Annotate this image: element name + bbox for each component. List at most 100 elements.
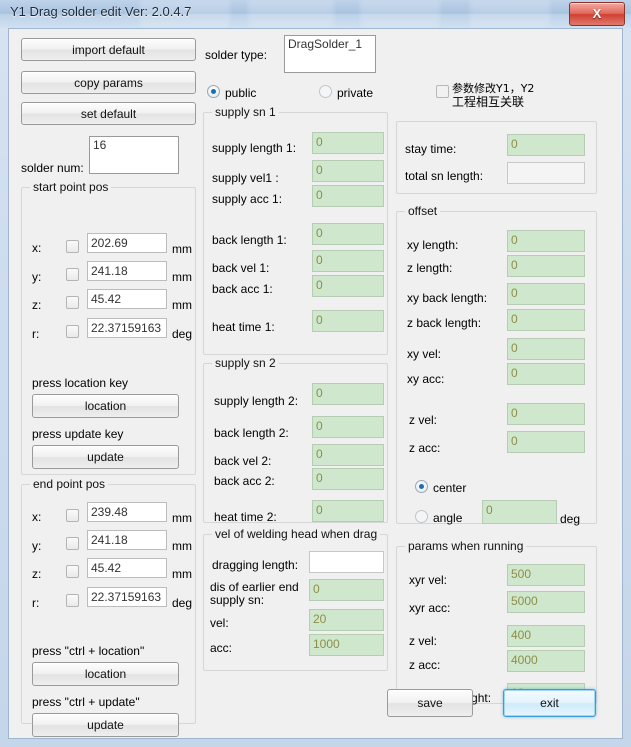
xy-length-input[interactable]: 0 bbox=[507, 230, 585, 252]
exit-button[interactable]: exit bbox=[503, 689, 596, 717]
start-x-checkbox[interactable] bbox=[66, 240, 79, 253]
offset-caption: offset bbox=[405, 204, 440, 218]
z-length-input[interactable]: 0 bbox=[507, 255, 585, 277]
link-params-checkbox[interactable] bbox=[436, 85, 449, 98]
angle-input[interactable]: 0 bbox=[482, 500, 557, 524]
solder-num-label: solder num: bbox=[21, 161, 84, 175]
z-acc-input[interactable]: 0 bbox=[507, 431, 585, 453]
xyr-vel-input[interactable]: 500 bbox=[507, 564, 585, 586]
end-z-input[interactable]: 45.42 bbox=[87, 558, 167, 578]
total-sn-length-input[interactable] bbox=[507, 162, 585, 184]
z-back-length-input[interactable]: 0 bbox=[507, 309, 585, 331]
link-params-label-line1: 参数修改Y1，Y2 bbox=[452, 83, 534, 95]
supply-sn-2-group: supply sn 2 supply length 2: 0 back leng… bbox=[203, 363, 388, 523]
running-params-group: params when running xyr vel: 500 xyr acc… bbox=[396, 546, 597, 704]
run-z-vel-label: z vel: bbox=[409, 634, 437, 648]
supply-sn-1-caption: supply sn 1 bbox=[212, 105, 279, 119]
supply-vel-1-input[interactable]: 0 bbox=[312, 160, 384, 182]
back-vel-2-label: back vel 2: bbox=[214, 454, 271, 468]
supply-length-2-input[interactable]: 0 bbox=[312, 383, 384, 405]
drag-vel-input[interactable]: 20 bbox=[309, 609, 384, 631]
radio-angle-label: angle bbox=[433, 511, 462, 525]
heat-time-2-input[interactable]: 0 bbox=[312, 500, 384, 522]
start-r-input[interactable]: 22.37159163 bbox=[87, 318, 167, 338]
radio-public-label: public bbox=[225, 86, 256, 100]
dis-earlier-end-input[interactable]: 0 bbox=[309, 579, 384, 601]
solder-num-input[interactable]: 16 bbox=[89, 136, 179, 174]
start-r-checkbox[interactable] bbox=[66, 325, 79, 338]
supply-length-1-input[interactable]: 0 bbox=[312, 132, 384, 154]
drag-acc-input[interactable]: 1000 bbox=[309, 634, 384, 656]
xy-acc-input[interactable]: 0 bbox=[507, 363, 585, 385]
start-press-update-label: press update key bbox=[32, 427, 123, 441]
client-area: import default copy params set default s… bbox=[8, 28, 623, 739]
radio-public[interactable] bbox=[207, 85, 220, 98]
z-acc-label: z acc: bbox=[409, 441, 440, 455]
radio-angle[interactable] bbox=[415, 510, 428, 523]
z-length-label: z length: bbox=[407, 261, 452, 275]
start-y-checkbox[interactable] bbox=[66, 268, 79, 281]
end-location-button[interactable]: location bbox=[32, 662, 179, 686]
supply-sn-1-group: supply sn 1 supply length 1: 0 supply ve… bbox=[203, 112, 388, 355]
run-z-acc-input[interactable]: 4000 bbox=[507, 650, 585, 672]
back-length-1-label: back length 1: bbox=[212, 233, 287, 247]
back-length-1-input[interactable]: 0 bbox=[312, 223, 384, 245]
end-x-checkbox[interactable] bbox=[66, 509, 79, 522]
end-y-input[interactable]: 241.18 bbox=[87, 530, 167, 550]
back-vel-1-input[interactable]: 0 bbox=[312, 250, 384, 272]
titlebar-ghost-2 bbox=[248, 0, 334, 28]
start-location-button[interactable]: location bbox=[32, 394, 179, 418]
start-z-label: z: bbox=[32, 298, 41, 312]
dragging-length-input[interactable] bbox=[309, 551, 384, 573]
dragging-length-label: dragging length: bbox=[212, 558, 298, 572]
close-button[interactable]: X bbox=[569, 2, 625, 26]
radio-private[interactable] bbox=[319, 85, 332, 98]
start-update-button[interactable]: update bbox=[32, 445, 179, 469]
xyr-vel-label: xyr vel: bbox=[409, 573, 447, 587]
end-y-checkbox[interactable] bbox=[66, 537, 79, 550]
start-x-input[interactable]: 202.69 bbox=[87, 233, 167, 253]
xyr-acc-input[interactable]: 5000 bbox=[507, 591, 585, 613]
end-z-checkbox[interactable] bbox=[66, 565, 79, 578]
back-acc-1-input[interactable]: 0 bbox=[312, 275, 384, 297]
import-default-button[interactable]: import default bbox=[21, 38, 196, 61]
supply-acc-1-input[interactable]: 0 bbox=[312, 185, 384, 207]
start-press-location-label: press location key bbox=[32, 376, 128, 390]
start-y-input[interactable]: 241.18 bbox=[87, 261, 167, 281]
supply-length-2-label: supply length 2: bbox=[214, 394, 298, 408]
set-default-button[interactable]: set default bbox=[21, 102, 196, 125]
run-z-vel-input[interactable]: 400 bbox=[507, 625, 585, 647]
application-window: Y1 Drag solder edit Ver: 2.0.4.7 X impor… bbox=[0, 0, 631, 747]
heat-time-1-input[interactable]: 0 bbox=[312, 310, 384, 332]
start-r-label: r: bbox=[32, 327, 39, 341]
start-z-checkbox[interactable] bbox=[66, 296, 79, 309]
supply-acc-1-label: supply acc 1: bbox=[212, 192, 282, 206]
end-update-button[interactable]: update bbox=[32, 713, 179, 737]
z-vel-input[interactable]: 0 bbox=[507, 403, 585, 425]
end-r-input[interactable]: 22.37159163 bbox=[87, 587, 167, 607]
back-acc-2-input[interactable]: 0 bbox=[312, 468, 384, 490]
radio-center[interactable] bbox=[415, 480, 428, 493]
drag-acc-label: acc: bbox=[210, 641, 232, 655]
end-r-checkbox[interactable] bbox=[66, 594, 79, 607]
copy-params-button[interactable]: copy params bbox=[21, 71, 196, 94]
back-length-2-input[interactable]: 0 bbox=[312, 416, 384, 438]
solder-type-input[interactable]: DragSolder_1 bbox=[284, 35, 376, 73]
stay-time-input[interactable]: 0 bbox=[507, 134, 585, 156]
end-y-label: y: bbox=[32, 539, 41, 553]
end-x-input[interactable]: 239.48 bbox=[87, 502, 167, 522]
drag-vel-label: vel: bbox=[210, 616, 229, 630]
z-back-length-label: z back length: bbox=[407, 316, 481, 330]
title-bar[interactable]: Y1 Drag solder edit Ver: 2.0.4.7 X bbox=[0, 0, 631, 28]
end-y-unit: mm bbox=[172, 539, 192, 553]
start-z-input[interactable]: 45.42 bbox=[87, 289, 167, 309]
back-acc-1-label: back acc 1: bbox=[212, 282, 273, 296]
end-point-group: end point pos x: 239.48 mm y: 241.18 mm … bbox=[21, 484, 196, 724]
radio-center-label: center bbox=[433, 481, 466, 495]
save-button[interactable]: save bbox=[387, 689, 473, 717]
back-vel-2-input[interactable]: 0 bbox=[312, 444, 384, 466]
xy-back-length-label: xy back length: bbox=[407, 291, 487, 305]
xy-vel-input[interactable]: 0 bbox=[507, 338, 585, 360]
xy-back-length-input[interactable]: 0 bbox=[507, 283, 585, 305]
angle-unit-label: deg bbox=[560, 512, 580, 526]
